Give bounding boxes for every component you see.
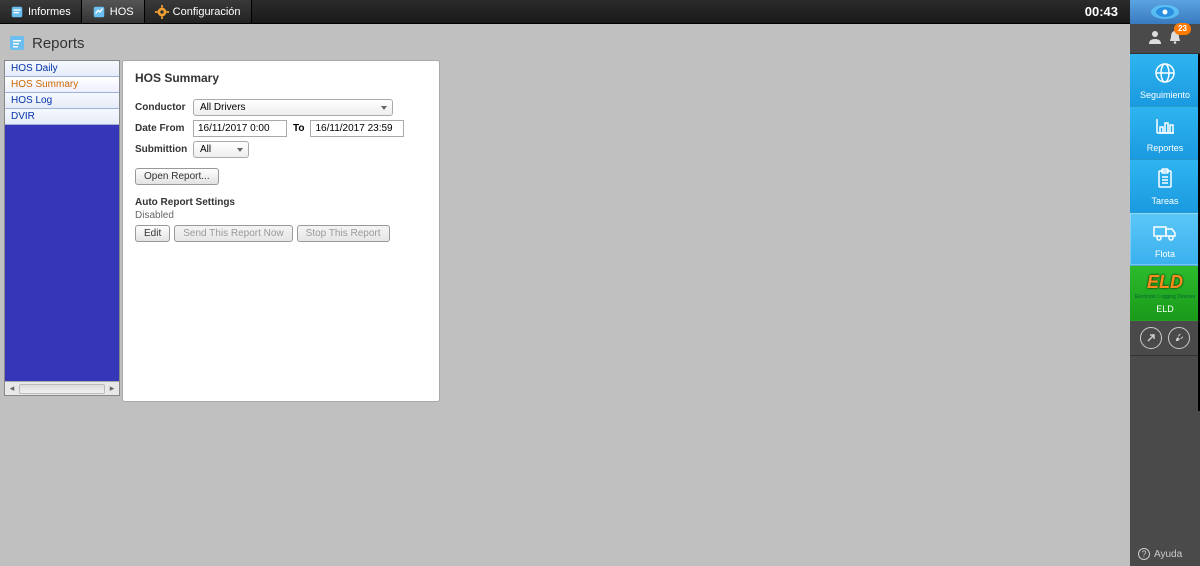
ribbon-reportes[interactable]: Reportes: [1130, 107, 1200, 160]
list-item-hos-summary[interactable]: HOS Summary: [5, 77, 119, 93]
label-to: To: [293, 123, 304, 134]
ribbon-tareas[interactable]: Tareas: [1130, 160, 1200, 213]
arrow-icon: [1145, 332, 1157, 344]
submission-select[interactable]: All: [193, 141, 249, 158]
circle-button-2[interactable]: [1168, 327, 1190, 349]
help-icon: ?: [1138, 548, 1150, 560]
gear-icon: [155, 5, 169, 19]
scroll-right-icon[interactable]: ▸: [107, 384, 117, 394]
ribbon-label: ELD: [1156, 304, 1174, 314]
conductor-select[interactable]: All Drivers: [193, 99, 393, 116]
list-item-hos-log[interactable]: HOS Log: [5, 93, 119, 109]
label-conductor: Conductor: [135, 102, 189, 113]
edit-button[interactable]: Edit: [135, 225, 170, 242]
circle-button-1[interactable]: [1140, 327, 1162, 349]
page-title: Reports: [32, 35, 85, 52]
tab-informes[interactable]: Informes: [0, 0, 82, 23]
panel-title: HOS Summary: [135, 71, 427, 85]
stop-report-button[interactable]: Stop This Report: [297, 225, 390, 242]
list-item-hos-daily[interactable]: HOS Daily: [5, 61, 119, 77]
ribbon-flota[interactable]: Flota: [1130, 213, 1200, 266]
user-icon[interactable]: [1147, 29, 1163, 48]
notification-count: 23: [1174, 23, 1191, 35]
eld-sub: Electronic Logging Devices: [1135, 294, 1195, 300]
clipboard-icon: [1152, 168, 1178, 192]
open-report-button[interactable]: Open Report...: [135, 168, 219, 185]
ribbon-label: Tareas: [1151, 196, 1178, 206]
label-submission: Submittion: [135, 144, 189, 155]
tab-configuracion[interactable]: Configuración: [145, 0, 252, 23]
submission-value: All: [200, 144, 211, 155]
brand-logo: [1130, 0, 1200, 24]
top-tab-bar: Informes HOS Configuración 00:43: [0, 0, 1130, 24]
ribbon-label: Flota: [1155, 249, 1175, 259]
list-scrollbar[interactable]: ◂ ▸: [5, 381, 119, 395]
globe-icon: [1152, 62, 1178, 86]
tab-hos[interactable]: HOS: [82, 0, 145, 23]
main-area: Reports HOS Daily HOS Summary HOS Log DV…: [0, 24, 1130, 566]
reports-icon: [10, 5, 24, 19]
date-from-input[interactable]: [193, 120, 287, 137]
help-label: Ayuda: [1154, 549, 1182, 560]
wrench-icon: [1173, 332, 1185, 344]
ribbon-eld[interactable]: ELD Electronic Logging Devices ELD: [1130, 266, 1200, 321]
list-item-dvir[interactable]: DVIR: [5, 109, 119, 125]
right-ribbon: 23 Seguimiento Reportes Tareas Flota ELD…: [1130, 0, 1200, 566]
chart-icon: [1152, 115, 1178, 139]
tab-label: Configuración: [173, 6, 241, 18]
truck-icon: [1152, 221, 1178, 245]
scroll-left-icon[interactable]: ◂: [7, 384, 17, 394]
hos-icon: [92, 5, 106, 19]
notification-bell[interactable]: 23: [1167, 29, 1183, 48]
date-to-input[interactable]: [310, 120, 404, 137]
auto-report-status: Disabled: [135, 210, 427, 221]
user-bar: 23: [1130, 24, 1200, 54]
help-link[interactable]: ? Ayuda: [1130, 542, 1200, 566]
conductor-value: All Drivers: [200, 102, 246, 113]
page-header: Reports: [0, 24, 1130, 60]
reports-page-icon: [8, 34, 26, 52]
label-date-from: Date From: [135, 123, 189, 134]
scroll-track[interactable]: [19, 384, 105, 394]
clock-display: 00:43: [1073, 0, 1130, 23]
auto-report-heading: Auto Report Settings: [135, 197, 427, 208]
report-type-list: HOS Daily HOS Summary HOS Log DVIR ◂ ▸: [4, 60, 120, 396]
tab-label: HOS: [110, 6, 134, 18]
ribbon-tool-circles: [1130, 321, 1200, 356]
tab-label: Informes: [28, 6, 71, 18]
report-config-panel: HOS Summary Conductor All Drivers Date F…: [122, 60, 440, 402]
send-now-button[interactable]: Send This Report Now: [174, 225, 292, 242]
eld-logo: ELD: [1147, 274, 1183, 290]
ribbon-seguimiento[interactable]: Seguimiento: [1130, 54, 1200, 107]
ribbon-label: Seguimiento: [1140, 90, 1190, 100]
ribbon-label: Reportes: [1147, 143, 1184, 153]
